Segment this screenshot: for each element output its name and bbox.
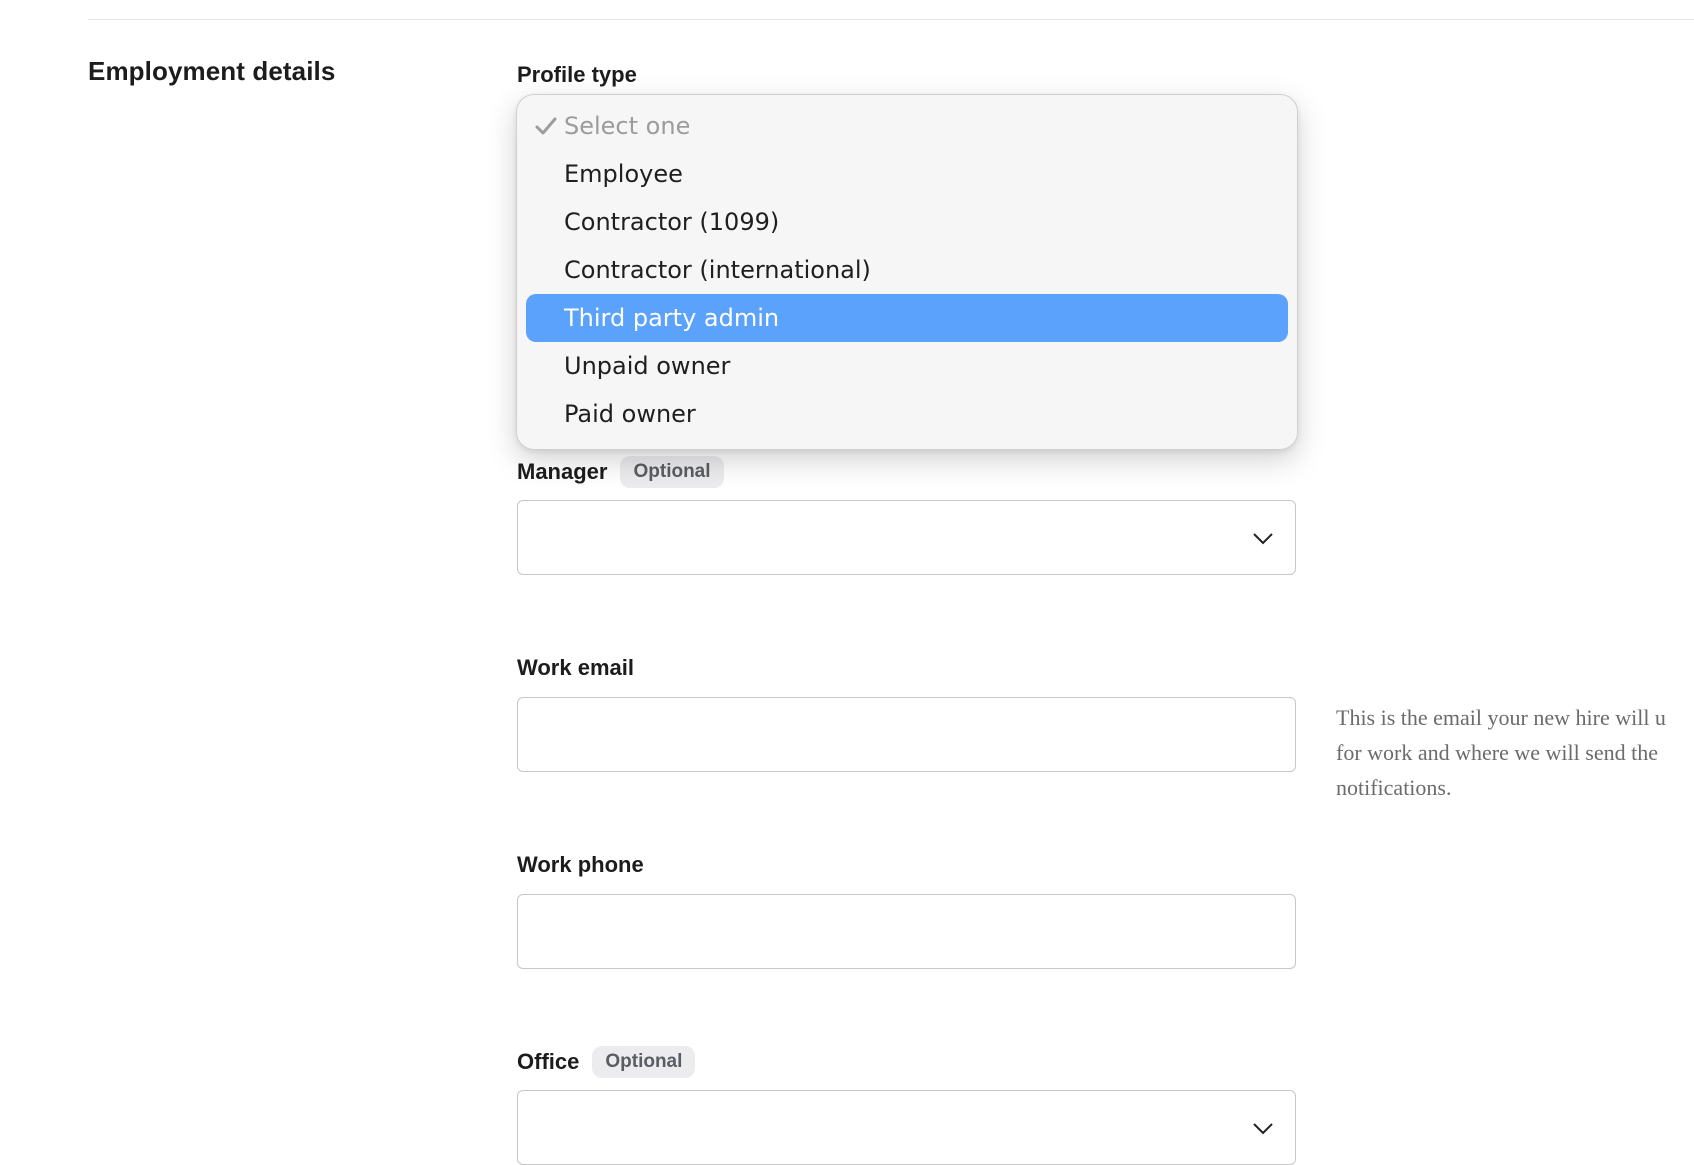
profile-type-option[interactable]: Select one — [526, 102, 1288, 150]
manager-label: Manager Optional — [517, 455, 724, 489]
option-label: Unpaid owner — [564, 352, 731, 380]
profile-type-option[interactable]: Contractor (international) — [526, 246, 1288, 294]
office-label: Office Optional — [517, 1045, 696, 1079]
manager-optional-badge: Optional — [620, 456, 724, 488]
top-divider — [88, 19, 1694, 20]
option-label: Contractor (international) — [564, 256, 871, 284]
option-label: Paid owner — [564, 400, 696, 428]
work-phone-input[interactable] — [517, 894, 1296, 969]
profile-type-dropdown-menu[interactable]: Select one Employee Contractor (1099) Co… — [516, 94, 1298, 450]
work-email-input[interactable] — [517, 697, 1296, 772]
manager-label-text: Manager — [517, 459, 608, 484]
profile-type-option[interactable]: Unpaid owner — [526, 342, 1288, 390]
option-label: Select one — [564, 112, 691, 140]
section-title: Employment details — [88, 56, 336, 86]
profile-type-option[interactable]: Employee — [526, 150, 1288, 198]
work-email-help-text: This is the email your new hire will u f… — [1336, 705, 1666, 800]
profile-type-option-highlighted[interactable]: Third party admin — [526, 294, 1288, 342]
work-email-label-text: Work email — [517, 655, 634, 680]
profile-type-label: Profile type — [517, 58, 637, 92]
chevron-down-icon — [1253, 1123, 1273, 1135]
work-phone-label-text: Work phone — [517, 852, 644, 877]
option-label: Employee — [564, 160, 683, 188]
office-label-text: Office — [517, 1049, 580, 1074]
check-icon — [535, 117, 557, 135]
manager-select[interactable] — [517, 500, 1296, 575]
option-label: Third party admin — [564, 304, 780, 332]
chevron-down-icon — [1253, 533, 1273, 545]
office-optional-badge: Optional — [592, 1046, 696, 1078]
profile-type-option[interactable]: Contractor (1099) — [526, 198, 1288, 246]
profile-type-option[interactable]: Paid owner — [526, 390, 1288, 438]
profile-type-label-text: Profile type — [517, 62, 637, 87]
office-select[interactable] — [517, 1090, 1296, 1165]
option-label: Contractor (1099) — [564, 208, 780, 236]
work-phone-label: Work phone — [517, 848, 644, 882]
work-email-label: Work email — [517, 651, 634, 685]
